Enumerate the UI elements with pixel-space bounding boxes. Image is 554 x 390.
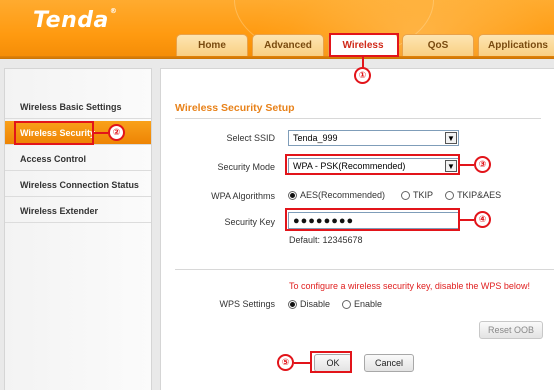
sidebar-item-wireless-connection-status[interactable]: Wireless Connection Status bbox=[5, 173, 151, 197]
radio-selected-icon[interactable] bbox=[288, 190, 297, 200]
ssid-select[interactable]: Tenda_999 ▼ bbox=[288, 130, 459, 146]
annotation-marker-4: ④ bbox=[474, 211, 491, 228]
security-key-label: Security Key bbox=[224, 217, 275, 227]
wpa-option-aes-label: AES(Recommended) bbox=[300, 190, 386, 200]
wps-option-disable-label: Disable bbox=[300, 299, 331, 309]
annotation-marker-5: ⑤ bbox=[277, 354, 294, 371]
wpa-algorithms-group: AES(Recommended) TKIP TKIP&AES bbox=[288, 190, 513, 200]
security-mode-label: Security Mode bbox=[217, 162, 275, 172]
tab-underline bbox=[0, 56, 554, 59]
tab-applications[interactable]: Applications bbox=[478, 34, 554, 56]
radio-selected-icon[interactable] bbox=[288, 299, 297, 309]
security-key-default: Default: 12345678 bbox=[289, 235, 363, 245]
annotation-leader bbox=[94, 132, 108, 134]
tenda-logo: Tenda® bbox=[33, 6, 118, 33]
ssid-value: Tenda_999 bbox=[293, 133, 338, 143]
tab-advanced[interactable]: Advanced bbox=[252, 34, 324, 56]
sidebar: Wireless Basic Settings Wireless Securit… bbox=[4, 68, 152, 390]
wpa-option-tkip-aes-label: TKIP&AES bbox=[457, 190, 502, 200]
tab-home[interactable]: Home bbox=[176, 34, 248, 56]
wpa-option-tkip[interactable]: TKIP bbox=[401, 190, 433, 200]
radio-icon[interactable] bbox=[401, 190, 411, 200]
chevron-down-icon: ▼ bbox=[445, 160, 457, 172]
annotation-marker-3: ③ bbox=[474, 156, 491, 173]
wps-settings-group: Disable Enable bbox=[288, 299, 394, 309]
sidebar-item-wireless-basic-settings[interactable]: Wireless Basic Settings bbox=[5, 95, 151, 119]
divider bbox=[175, 269, 554, 270]
wpa-option-tkip-aes[interactable]: TKIP&AES bbox=[445, 190, 501, 200]
ok-button[interactable]: OK bbox=[314, 354, 352, 372]
wpa-option-aes[interactable]: AES(Recommended) bbox=[288, 190, 385, 200]
radio-icon[interactable] bbox=[342, 299, 352, 309]
wps-warning: To configure a wireless security key, di… bbox=[289, 281, 530, 291]
content-panel: Wireless Security Setup Select SSID Tend… bbox=[160, 68, 554, 390]
annotation-marker-2: ② bbox=[108, 124, 125, 141]
security-mode-value: WPA - PSK(Recommended) bbox=[293, 161, 406, 171]
tab-qos[interactable]: QoS bbox=[402, 34, 474, 56]
wpa-option-tkip-label: TKIP bbox=[413, 190, 434, 200]
chevron-down-icon: ▼ bbox=[445, 132, 457, 144]
annotation-leader bbox=[294, 362, 311, 364]
reset-oob-button[interactable]: Reset OOB bbox=[479, 321, 543, 339]
wpa-algorithms-label: WPA Algorithms bbox=[211, 191, 275, 201]
ssid-label: Select SSID bbox=[226, 133, 275, 143]
sidebar-item-wireless-extender[interactable]: Wireless Extender bbox=[5, 199, 151, 223]
sidebar-item-access-control[interactable]: Access Control bbox=[5, 147, 151, 171]
wps-option-enable[interactable]: Enable bbox=[342, 299, 382, 309]
wps-option-enable-label: Enable bbox=[354, 299, 383, 309]
page-title: Wireless Security Setup bbox=[175, 102, 295, 114]
divider bbox=[175, 118, 541, 119]
sidebar-item-wireless-security[interactable]: Wireless Security bbox=[5, 121, 151, 145]
wps-option-disable[interactable]: Disable bbox=[288, 299, 330, 309]
security-mode-select[interactable]: WPA - PSK(Recommended) ▼ bbox=[288, 158, 459, 174]
radio-icon[interactable] bbox=[445, 190, 455, 200]
security-key-input[interactable]: ●●●●●●●● bbox=[288, 212, 459, 229]
tab-wireless[interactable]: Wireless bbox=[328, 33, 398, 57]
annotation-marker-1: ① bbox=[354, 67, 371, 84]
annotation-leader bbox=[460, 164, 474, 166]
annotation-leader bbox=[460, 219, 474, 221]
cancel-button[interactable]: Cancel bbox=[364, 354, 414, 372]
logo-text: Tenda bbox=[33, 8, 109, 33]
logo-mark: ® bbox=[109, 6, 118, 15]
wps-settings-label: WPS Settings bbox=[219, 299, 275, 309]
